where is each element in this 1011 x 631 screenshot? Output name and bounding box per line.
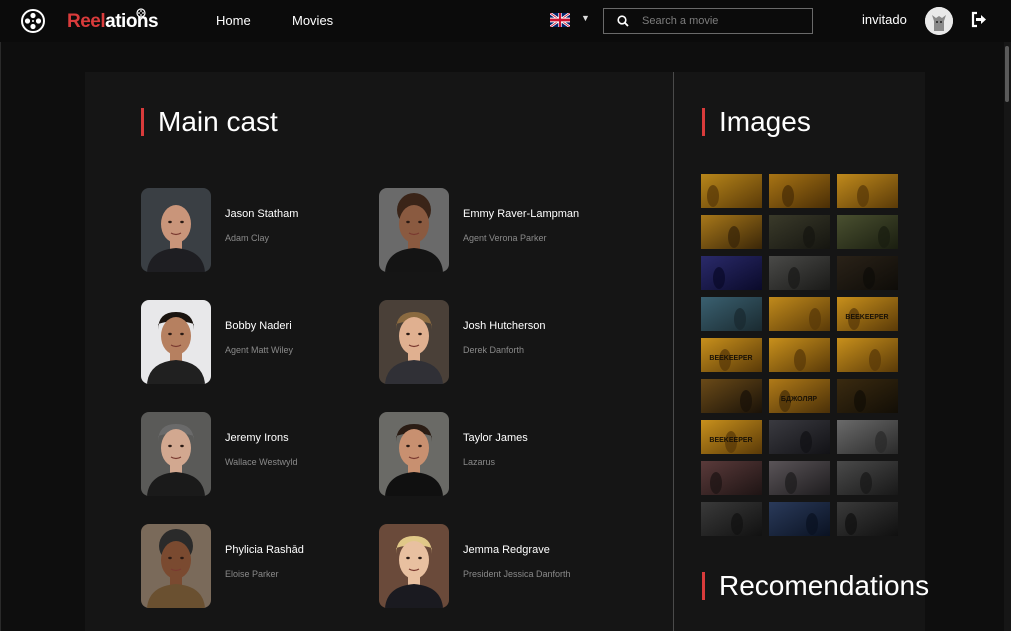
image-thumbnail[interactable] [837,338,898,372]
cast-photo[interactable] [141,524,211,608]
image-thumbnail[interactable] [769,420,830,454]
image-thumbnail[interactable]: BEEKEEPER [701,420,762,454]
image-thumbnail[interactable] [837,502,898,536]
cast-name[interactable]: Bobby Naderi [225,320,292,332]
movie-search-box [603,8,813,34]
image-thumbnail[interactable] [769,502,830,536]
page-scrollbar-track[interactable] [1004,42,1011,631]
user-avatar[interactable] [925,7,953,35]
image-thumbnail[interactable] [701,297,762,331]
image-thumbnail[interactable] [769,256,830,290]
image-thumbnail[interactable]: BEEKEEPER [837,297,898,331]
search-input[interactable] [642,15,802,27]
cast-card[interactable]: Jemma Redgrave President Jessica Danfort… [379,524,609,608]
cast-role: Lazarus [463,457,496,467]
cast-role: Agent Matt Wiley [225,345,294,355]
avatar-image [925,7,953,35]
cast-card[interactable]: Taylor James Lazarus [379,412,609,496]
cast-photo[interactable] [141,412,211,496]
username-label: invitado [862,12,907,27]
recommendations-title: Recomendations [702,571,929,601]
cast-photo[interactable] [141,300,211,384]
top-navbar: Reelations Home Movies ▼ invitado [0,0,1011,42]
page-left-border [0,42,1,631]
image-thumbnail[interactable] [701,461,762,495]
cast-photo[interactable] [379,412,449,496]
brand-part-2: ations [105,11,159,32]
cast-role: President Jessica Danforth [463,569,571,579]
image-thumbnail[interactable] [837,379,898,413]
cast-name[interactable]: Jeremy Irons [225,432,289,444]
cast-name[interactable]: Jemma Redgrave [463,544,550,556]
nav-home-link[interactable]: Home [216,13,251,28]
cast-name[interactable]: Taylor James [463,432,528,444]
image-thumbnail[interactable] [837,461,898,495]
image-thumbnail[interactable] [769,461,830,495]
cast-card[interactable]: Emmy Raver-Lampman Agent Verona Parker [379,188,609,272]
image-thumbnail[interactable] [769,338,830,372]
search-icon[interactable] [617,15,629,27]
image-thumbnail[interactable]: BEEKEEPER [701,338,762,372]
cast-photo[interactable] [379,300,449,384]
nav-movies-link[interactable]: Movies [292,13,333,28]
image-thumbnail[interactable] [701,174,762,208]
main-cast-title: Main cast [141,107,278,137]
image-thumbnail[interactable] [769,174,830,208]
svg-text:BEEKEEPER: BEEKEEPER [709,355,752,362]
brand-part-1: Reel [67,11,106,32]
image-thumbnail[interactable] [701,256,762,290]
cast-card[interactable]: Jeremy Irons Wallace Westwyld [141,412,371,496]
image-thumbnail[interactable] [837,256,898,290]
page-scrollbar-thumb[interactable] [1005,46,1009,102]
image-thumbnail[interactable] [701,215,762,249]
cast-card[interactable]: Jason Statham Adam Clay [141,188,371,272]
cast-card[interactable]: Phylicia Rashād Eloise Parker [141,524,371,608]
brand-reel-icon [136,8,146,18]
uk-flag-icon[interactable] [550,13,570,27]
cast-card[interactable]: Bobby Naderi Agent Matt Wiley [141,300,371,384]
image-thumbnail[interactable] [769,297,830,331]
cast-photo[interactable] [141,188,211,272]
cast-role: Derek Danforth [463,345,525,355]
image-thumbnail[interactable] [837,420,898,454]
cast-name[interactable]: Josh Hutcherson [463,320,546,332]
cast-name[interactable]: Jason Statham [225,208,298,220]
language-dropdown-caret-icon[interactable]: ▼ [581,13,590,23]
image-thumbnail[interactable] [837,215,898,249]
cast-role: Adam Clay [225,233,270,243]
logout-icon[interactable] [970,11,987,28]
image-thumbnail[interactable]: БДЖОЛЯР [769,379,830,413]
cast-photo[interactable] [379,188,449,272]
cast-card[interactable]: Josh Hutcherson Derek Danforth [379,300,609,384]
cast-role: Wallace Westwyld [225,457,298,467]
cast-role: Agent Verona Parker [463,233,547,243]
cast-role: Eloise Parker [225,569,279,579]
cast-name[interactable]: Phylicia Rashād [225,544,304,556]
images-title: Images [702,107,811,137]
svg-text:BEEKEEPER: BEEKEEPER [845,314,888,321]
image-thumbnail[interactable] [769,215,830,249]
cast-name[interactable]: Emmy Raver-Lampman [463,208,579,220]
film-reel-icon[interactable] [20,8,46,34]
image-thumbnail[interactable] [701,502,762,536]
cast-photo[interactable] [379,524,449,608]
image-thumbnail[interactable] [837,174,898,208]
image-thumbnail[interactable] [701,379,762,413]
svg-text:БДЖОЛЯР: БДЖОЛЯР [781,396,817,403]
svg-text:BEEKEEPER: BEEKEEPER [709,437,752,444]
